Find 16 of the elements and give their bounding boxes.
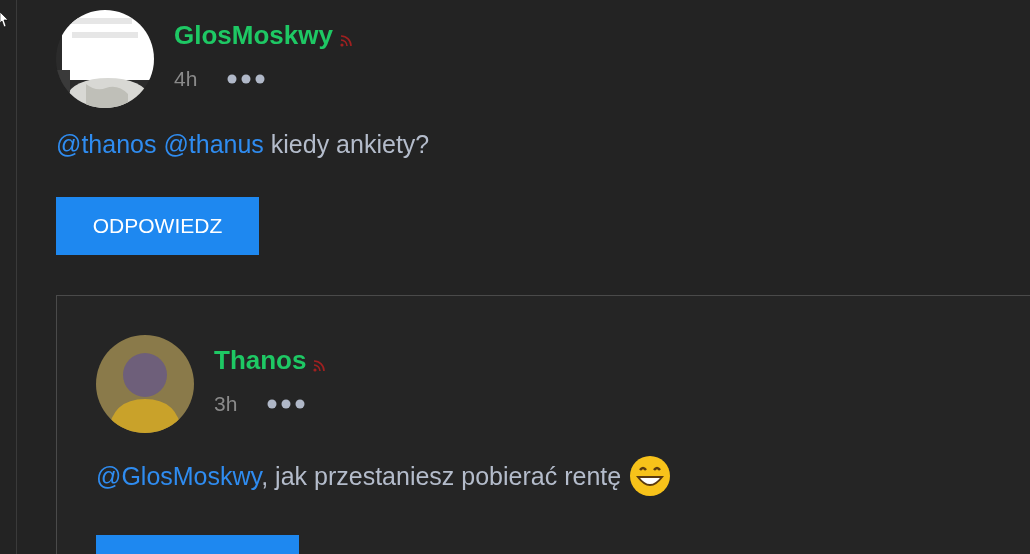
rss-icon[interactable]: [338, 33, 353, 48]
grinning-emoji-icon: [629, 455, 672, 497]
timestamp: 4h: [174, 67, 198, 91]
more-options-icon[interactable]: [267, 399, 306, 409]
author-name[interactable]: GlosMoskwy: [174, 20, 333, 51]
mention-link[interactable]: @thanus: [163, 130, 264, 158]
cursor-icon: [0, 12, 8, 30]
reply-button[interactable]: ODPOWIEDZ: [56, 197, 259, 255]
comment-text: @thanos @thanus kiedy ankiety?: [56, 130, 430, 159]
author-name[interactable]: Thanos: [214, 345, 307, 376]
mention-link[interactable]: @thanos: [56, 130, 157, 158]
more-options-icon[interactable]: [227, 74, 266, 84]
mention-link[interactable]: @GlosMoskwy: [96, 461, 262, 490]
rss-icon[interactable]: [312, 358, 327, 373]
comment-text: @GlosMoskwy, jak przestaniesz pobierać rentę: [96, 461, 622, 491]
timestamp: 3h: [214, 392, 238, 416]
